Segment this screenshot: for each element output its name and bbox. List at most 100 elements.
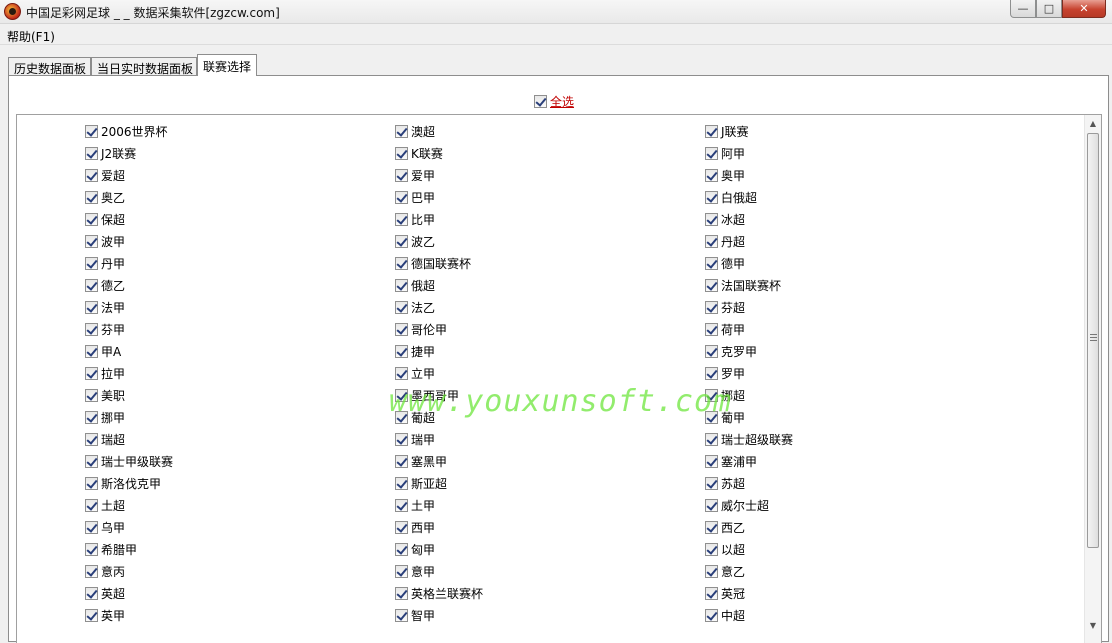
league-checkbox-item[interactable]: 波甲 <box>85 230 125 252</box>
checkbox-checked-icon[interactable] <box>85 256 98 270</box>
league-checkbox-item[interactable]: 捷甲 <box>395 340 435 362</box>
league-checkbox-item[interactable]: 中超 <box>705 604 745 626</box>
checkbox-checked-icon[interactable] <box>395 256 408 270</box>
checkbox-checked-icon[interactable] <box>534 95 547 108</box>
checkbox-checked-icon[interactable] <box>395 498 408 512</box>
league-checkbox-item[interactable]: J联赛 <box>705 120 749 142</box>
checkbox-checked-icon[interactable] <box>705 520 718 534</box>
league-checkbox-item[interactable]: 墨西哥甲 <box>395 384 459 406</box>
league-checkbox-item[interactable]: 丹超 <box>705 230 745 252</box>
league-checkbox-item[interactable]: 法国联赛杯 <box>705 274 781 296</box>
checkbox-checked-icon[interactable] <box>395 564 408 578</box>
checkbox-checked-icon[interactable] <box>395 608 408 622</box>
minimize-button[interactable]: — <box>1010 0 1036 18</box>
league-checkbox-item[interactable]: J2联赛 <box>85 142 136 164</box>
league-checkbox-item[interactable]: 意乙 <box>705 560 745 582</box>
checkbox-checked-icon[interactable] <box>705 212 718 226</box>
checkbox-checked-icon[interactable] <box>85 344 98 358</box>
checkbox-checked-icon[interactable] <box>395 542 408 556</box>
checkbox-checked-icon[interactable] <box>705 410 718 424</box>
checkbox-checked-icon[interactable] <box>395 190 408 204</box>
checkbox-checked-icon[interactable] <box>85 212 98 226</box>
checkbox-checked-icon[interactable] <box>85 388 98 402</box>
league-checkbox-item[interactable]: 英超 <box>85 582 125 604</box>
league-checkbox-item[interactable]: 塞浦甲 <box>705 450 757 472</box>
league-checkbox-item[interactable]: 瑞超 <box>85 428 125 450</box>
league-checkbox-item[interactable]: 土甲 <box>395 494 435 516</box>
league-checkbox-item[interactable]: 奥甲 <box>705 164 745 186</box>
league-checkbox-item[interactable]: 罗甲 <box>705 362 745 384</box>
checkbox-checked-icon[interactable] <box>85 410 98 424</box>
league-checkbox-item[interactable]: 希腊甲 <box>85 538 137 560</box>
tab-today-live-data[interactable]: 当日实时数据面板 <box>91 57 197 76</box>
checkbox-checked-icon[interactable] <box>705 542 718 556</box>
checkbox-checked-icon[interactable] <box>705 278 718 292</box>
checkbox-checked-icon[interactable] <box>705 608 718 622</box>
league-checkbox-item[interactable]: 美职 <box>85 384 125 406</box>
league-checkbox-item[interactable]: 2006世界杯 <box>85 120 168 142</box>
league-checkbox-item[interactable]: 意丙 <box>85 560 125 582</box>
checkbox-checked-icon[interactable] <box>705 564 718 578</box>
league-checkbox-item[interactable]: 匈甲 <box>395 538 435 560</box>
league-checkbox-item[interactable]: 巴甲 <box>395 186 435 208</box>
checkbox-checked-icon[interactable] <box>395 388 408 402</box>
league-checkbox-item[interactable]: 波乙 <box>395 230 435 252</box>
checkbox-checked-icon[interactable] <box>85 498 98 512</box>
league-checkbox-item[interactable]: 阿甲 <box>705 142 745 164</box>
league-checkbox-item[interactable]: 瑞士超级联赛 <box>705 428 793 450</box>
checkbox-checked-icon[interactable] <box>705 476 718 490</box>
checkbox-checked-icon[interactable] <box>395 234 408 248</box>
checkbox-checked-icon[interactable] <box>705 344 718 358</box>
league-checkbox-item[interactable]: 甲A <box>85 340 121 362</box>
tab-league-select[interactable]: 联赛选择 <box>197 54 257 76</box>
league-checkbox-item[interactable]: 威尔士超 <box>705 494 769 516</box>
league-checkbox-item[interactable]: 德乙 <box>85 274 125 296</box>
league-checkbox-item[interactable]: 以超 <box>705 538 745 560</box>
select-all-checkbox[interactable]: 全选 <box>534 93 574 110</box>
checkbox-checked-icon[interactable] <box>395 410 408 424</box>
league-checkbox-item[interactable]: 拉甲 <box>85 362 125 384</box>
league-checkbox-item[interactable]: 西乙 <box>705 516 745 538</box>
checkbox-checked-icon[interactable] <box>85 124 98 138</box>
checkbox-checked-icon[interactable] <box>85 520 98 534</box>
checkbox-checked-icon[interactable] <box>705 124 718 138</box>
league-checkbox-item[interactable]: 葡超 <box>395 406 435 428</box>
scroll-thumb[interactable] <box>1087 133 1099 548</box>
checkbox-checked-icon[interactable] <box>85 608 98 622</box>
checkbox-checked-icon[interactable] <box>395 432 408 446</box>
league-checkbox-item[interactable]: 澳超 <box>395 120 435 142</box>
scroll-up-arrow-icon[interactable]: ▲ <box>1085 115 1101 132</box>
league-checkbox-item[interactable]: 意甲 <box>395 560 435 582</box>
league-checkbox-item[interactable]: 苏超 <box>705 472 745 494</box>
league-checkbox-item[interactable]: 法乙 <box>395 296 435 318</box>
league-checkbox-item[interactable]: K联赛 <box>395 142 443 164</box>
checkbox-checked-icon[interactable] <box>395 278 408 292</box>
checkbox-checked-icon[interactable] <box>85 300 98 314</box>
checkbox-checked-icon[interactable] <box>85 432 98 446</box>
checkbox-checked-icon[interactable] <box>395 168 408 182</box>
checkbox-checked-icon[interactable] <box>395 586 408 600</box>
league-checkbox-item[interactable]: 俄超 <box>395 274 435 296</box>
league-checkbox-item[interactable]: 土超 <box>85 494 125 516</box>
league-checkbox-item[interactable]: 白俄超 <box>705 186 757 208</box>
maximize-button[interactable]: □ <box>1036 0 1062 18</box>
checkbox-checked-icon[interactable] <box>85 278 98 292</box>
league-checkbox-item[interactable]: 立甲 <box>395 362 435 384</box>
checkbox-checked-icon[interactable] <box>85 168 98 182</box>
menu-help[interactable]: 帮助(F1) <box>7 28 55 45</box>
checkbox-checked-icon[interactable] <box>705 256 718 270</box>
checkbox-checked-icon[interactable] <box>395 124 408 138</box>
league-checkbox-item[interactable]: 法甲 <box>85 296 125 318</box>
league-checkbox-item[interactable]: 西甲 <box>395 516 435 538</box>
checkbox-checked-icon[interactable] <box>85 322 98 336</box>
league-checkbox-item[interactable]: 芬甲 <box>85 318 125 340</box>
checkbox-checked-icon[interactable] <box>85 586 98 600</box>
checkbox-checked-icon[interactable] <box>85 476 98 490</box>
league-checkbox-item[interactable]: 克罗甲 <box>705 340 757 362</box>
checkbox-checked-icon[interactable] <box>705 234 718 248</box>
league-checkbox-item[interactable]: 斯洛伐克甲 <box>85 472 161 494</box>
league-checkbox-item[interactable]: 智甲 <box>395 604 435 626</box>
league-checkbox-item[interactable]: 哥伦甲 <box>395 318 447 340</box>
league-checkbox-item[interactable]: 挪甲 <box>85 406 125 428</box>
checkbox-checked-icon[interactable] <box>395 366 408 380</box>
